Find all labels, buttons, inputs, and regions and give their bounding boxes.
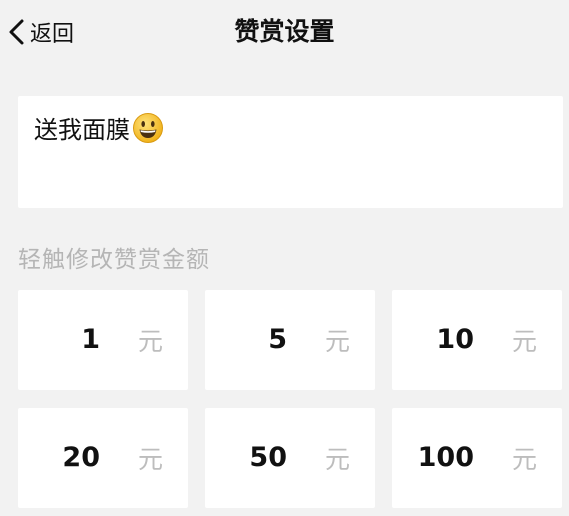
amount-option-50[interactable]: 50 元 [205,408,375,508]
grinning-face-icon [133,112,163,143]
amount-option-1[interactable]: 1 元 [18,290,188,390]
reward-message-text: 送我面膜 [34,116,130,144]
amount-unit: 元 [512,327,538,356]
amount-value: 20 [62,442,100,473]
amount-option-20[interactable]: 20 元 [18,408,188,508]
page-title: 赞赏设置 [234,17,335,46]
amount-value: 1 [81,324,100,355]
amount-unit: 元 [138,327,164,356]
amount-value: 50 [249,442,287,473]
amount-value: 5 [268,324,287,355]
amount-option-5[interactable]: 5 元 [205,290,375,390]
amount-value: 10 [436,324,474,355]
amount-unit: 元 [325,327,351,356]
amount-value: 100 [417,442,474,473]
navigation-bar: 返回 赞赏设置 [0,0,569,64]
amount-grid: 1 元 5 元 10 元 20 元 50 元 100 元 [18,290,563,516]
edit-amount-hint: 轻触修改赞赏金额 [18,247,210,273]
amount-unit: 元 [512,445,538,474]
amount-unit: 元 [138,445,164,474]
reward-message-input[interactable]: 送我面膜 [18,96,563,208]
reward-message-content: 送我面膜 [34,110,164,145]
amount-option-10[interactable]: 10 元 [392,290,562,390]
amount-unit: 元 [325,445,351,474]
amount-option-100[interactable]: 100 元 [392,408,562,508]
